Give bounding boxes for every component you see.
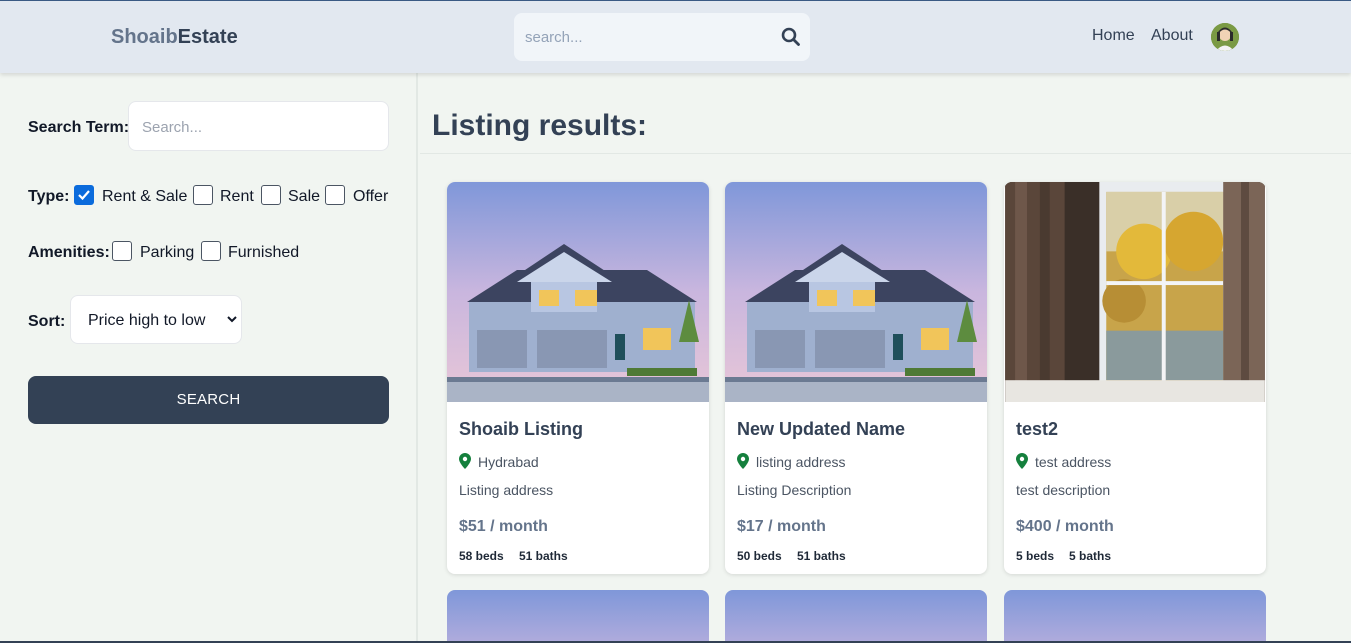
listing-address: test address (1035, 454, 1112, 470)
listing-description: Listing Description (737, 482, 852, 498)
location-pin-icon (459, 453, 471, 469)
type-option-label: Rent (220, 188, 254, 205)
listing-description: Listing address (459, 482, 554, 498)
listing-card[interactable]: New Updated Name listing address Listing… (725, 182, 987, 574)
type-option-label: Offer (353, 188, 389, 205)
logo-part-2: Estate (177, 26, 238, 48)
checkbox-offer[interactable] (325, 185, 345, 205)
amenity-option-label: Furnished (228, 244, 300, 261)
type-option-label: Sale (288, 188, 321, 205)
checkbox-sale[interactable] (261, 185, 281, 205)
listing-price: $400 / month (1016, 518, 1114, 535)
listing-beds: 50 beds (737, 549, 782, 563)
listing-card-partial[interactable] (725, 590, 987, 643)
listing-title: test2 (1016, 419, 1059, 439)
listing-title: Shoaib Listing (459, 419, 583, 439)
search-term-placeholder: Search... (142, 119, 203, 136)
listing-image[interactable] (725, 182, 987, 402)
filter-sidebar: Search Term: Search... Type: Rent & Sale… (0, 73, 418, 643)
listing-results: Listing results: Shoaib Listing Hydrabad… (420, 73, 1351, 643)
listing-image[interactable] (1004, 590, 1266, 643)
nav-about-link[interactable]: About (1151, 27, 1193, 45)
sort-selected-value: Price high to low (88, 312, 206, 329)
chevron-down-icon (227, 316, 237, 323)
listing-baths: 51 baths (797, 549, 846, 563)
listing-image[interactable] (1004, 182, 1266, 402)
site-logo[interactable]: ShoaibEstate (111, 26, 238, 49)
checkbox-furnished[interactable] (201, 241, 221, 261)
listing-card[interactable]: test2 test address test description $400… (1004, 182, 1266, 574)
listing-beds: 58 beds (459, 549, 504, 563)
listing-address: listing address (756, 454, 846, 470)
location-pin-icon (737, 453, 749, 469)
listing-beds: 5 beds (1016, 549, 1055, 563)
logo-part-1: Shoaib (111, 26, 178, 48)
sort-select[interactable]: Price high to low (70, 295, 242, 344)
listing-card-partial[interactable] (1004, 590, 1266, 643)
listing-image[interactable] (447, 182, 709, 402)
checkbox-parking[interactable] (112, 241, 132, 261)
listing-card-partial[interactable] (447, 590, 709, 643)
amenity-option-label: Parking (140, 244, 195, 261)
listing-title: New Updated Name (737, 419, 906, 439)
listing-price: $51 / month (459, 518, 548, 535)
user-avatar[interactable] (1211, 23, 1239, 51)
listing-price: $17 / month (737, 518, 826, 535)
header-search-placeholder: search... (525, 29, 583, 46)
top-header: ShoaibEstate search... Home About (0, 1, 1351, 73)
type-label: Type: (28, 188, 70, 205)
nav-home-link[interactable]: Home (1092, 27, 1135, 45)
search-term-label: Search Term: (28, 119, 130, 136)
listing-image[interactable] (447, 590, 709, 643)
page-title: Listing results: (432, 109, 648, 142)
sort-label: Sort: (28, 313, 66, 330)
location-pin-icon (1016, 453, 1028, 469)
amenities-label: Amenities: (28, 244, 110, 261)
listing-address: Hydrabad (478, 454, 539, 470)
listing-description: test description (1016, 482, 1111, 498)
search-icon[interactable] (781, 27, 801, 47)
title-divider (420, 153, 1351, 154)
listing-image[interactable] (725, 590, 987, 643)
search-term-input[interactable]: Search... (128, 101, 389, 151)
type-option-label: Rent & Sale (102, 188, 188, 205)
listing-baths: 51 baths (519, 549, 568, 563)
header-search-input[interactable]: search... (514, 13, 810, 61)
checkbox-rent-and-sale[interactable] (74, 185, 94, 205)
checkbox-rent[interactable] (193, 185, 213, 205)
search-button[interactable]: SEARCH (28, 376, 389, 424)
listing-baths: 5 baths (1069, 549, 1112, 563)
listing-card[interactable]: Shoaib Listing Hydrabad Listing address … (447, 182, 709, 574)
